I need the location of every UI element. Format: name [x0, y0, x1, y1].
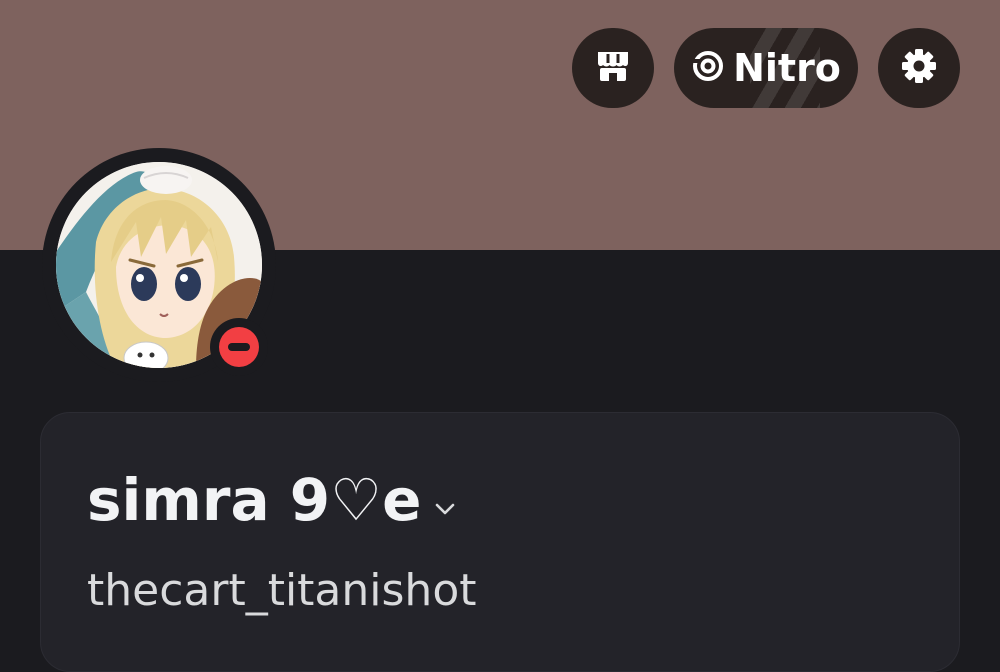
shop-icon	[595, 49, 631, 87]
display-name-row[interactable]: simra 9♡e	[87, 465, 457, 535]
profile-card: simra 9♡e thecart_titanishot	[40, 412, 960, 672]
status-bar	[228, 343, 250, 351]
chevron-down-icon[interactable]	[433, 501, 457, 521]
gear-icon	[899, 46, 939, 90]
username: thecart_titanishot	[87, 565, 477, 616]
nitro-icon	[691, 49, 725, 87]
shop-button[interactable]	[572, 28, 654, 108]
nitro-label: Nitro	[733, 46, 841, 90]
display-name: simra 9♡e	[87, 466, 422, 534]
nitro-button[interactable]: Nitro	[674, 28, 858, 108]
dnd-status-icon	[219, 327, 259, 367]
settings-button[interactable]	[878, 28, 960, 108]
